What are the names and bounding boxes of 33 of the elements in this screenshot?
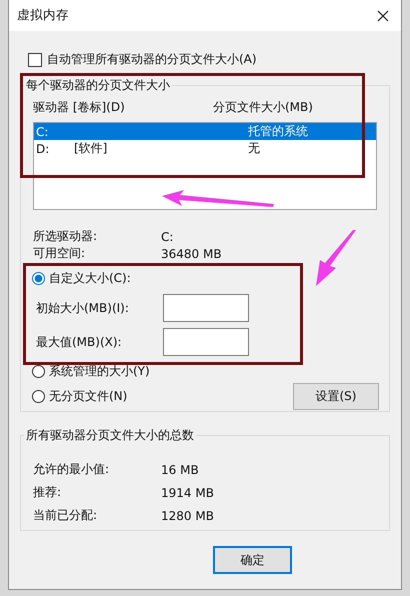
close-icon[interactable]	[377, 10, 389, 22]
column-header: 分页文件大小(MB)	[213, 99, 313, 116]
input-field[interactable]	[163, 328, 249, 356]
input-field[interactable]	[163, 294, 249, 322]
column-header: 驱动器 [卷标](D)	[33, 99, 126, 116]
radio-button[interactable]	[32, 365, 45, 378]
info-value: 1280 MB	[161, 508, 214, 522]
checkbox[interactable]	[28, 52, 42, 66]
radio-label: 自定义大小(C):	[49, 270, 131, 287]
radio-label: 系统管理的大小(Y)	[49, 363, 150, 380]
info-label: 所选驱动器:	[33, 228, 98, 245]
checkbox-label: 自动管理所有驱动器的分页文件大小(A)	[47, 51, 257, 68]
info-label: 可用空间:	[33, 245, 86, 262]
info-value: 16 MB	[161, 462, 199, 476]
field-label: 最大值(MB)(X):	[35, 334, 123, 350]
info-label: 当前已分配:	[33, 507, 98, 524]
info-value: 36480 MB	[161, 246, 222, 260]
info-value: 1914 MB	[161, 486, 214, 500]
info-label: 推荐:	[33, 484, 62, 501]
radio-button[interactable]	[32, 272, 45, 285]
arrow-icon	[316, 230, 356, 286]
field-label: 初始大小(MB)(I):	[35, 300, 130, 316]
info-value: C:	[161, 230, 174, 244]
group-title: 每个驱动器的分页文件大小	[24, 77, 172, 94]
drive-row[interactable]: D: [软件] 无	[34, 140, 376, 157]
window-title: 虚拟内存	[17, 7, 69, 24]
group-title: 所有驱动器分页文件大小的总数	[24, 427, 196, 444]
ok-button[interactable]: 确定	[213, 546, 292, 574]
radio-label: 无分页文件(N)	[49, 388, 128, 405]
info-label: 允许的最小值:	[33, 461, 110, 478]
radio-button[interactable]	[32, 390, 45, 403]
drive-row[interactable]: C: 托管的系统	[34, 123, 376, 140]
set-button[interactable]: 设置(S)	[293, 383, 379, 410]
